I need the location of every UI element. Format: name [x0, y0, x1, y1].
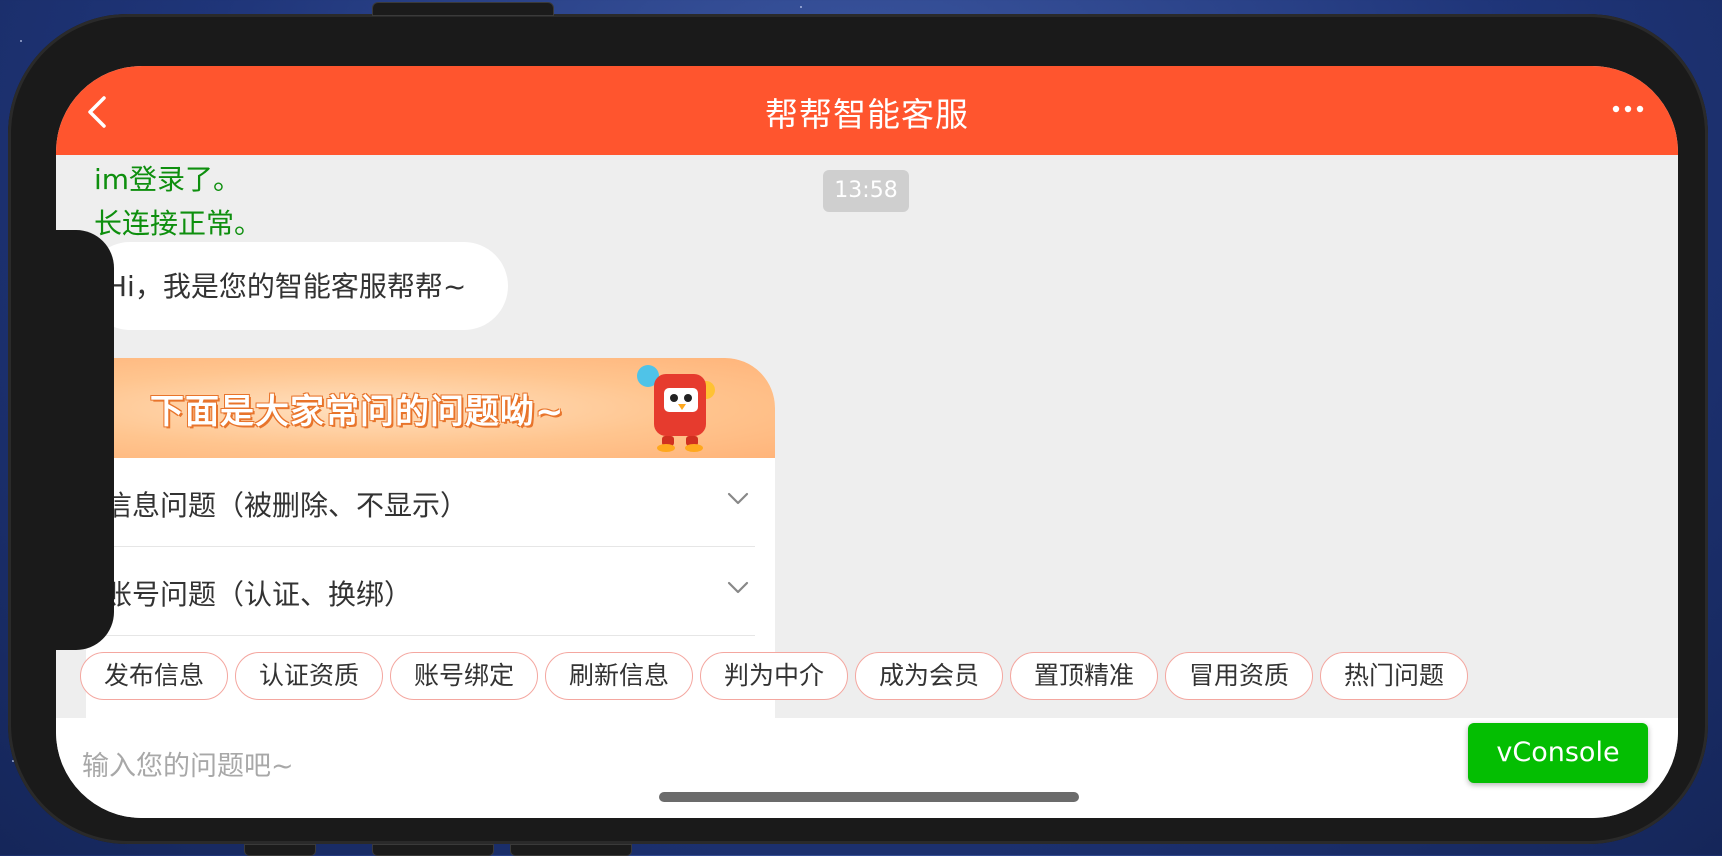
faq-item-label: 信息问题（被删除、不显示） — [104, 489, 469, 522]
faq-banner-title: 下面是大家常问的问题呦~ — [150, 392, 565, 432]
quick-tag[interactable]: 冒用资质 — [1165, 652, 1313, 700]
greeting-bubble: Hi，我是您的智能客服帮帮~ — [86, 242, 508, 330]
quick-tag[interactable]: 判为中介 — [700, 652, 848, 700]
faq-item[interactable]: 账号问题（认证、换绑） — [86, 547, 755, 636]
page-title: 帮帮智能客服 — [765, 95, 969, 134]
chevron-down-icon — [727, 581, 749, 594]
timestamp-badge: 13:58 — [823, 170, 909, 212]
faq-banner: 下面是大家常问的问题呦~ — [86, 358, 775, 458]
star — [800, 6, 802, 8]
star — [20, 40, 22, 42]
home-indicator — [659, 792, 1079, 802]
input-bar — [56, 718, 1678, 818]
quick-tag[interactable]: 热门问题 — [1320, 652, 1468, 700]
screen: 帮帮智能客服 13:58 im登录了。 长连接正常。 Hi，我是您的智能客服帮帮… — [56, 66, 1678, 818]
faq-item[interactable]: 信息问题（被删除、不显示） — [86, 458, 755, 547]
volume-button — [244, 844, 316, 856]
phone-frame: 帮帮智能客服 13:58 im登录了。 长连接正常。 Hi，我是您的智能客服帮帮… — [8, 2, 1708, 856]
quick-tag[interactable]: 认证资质 — [235, 652, 383, 700]
more-dots-icon[interactable] — [1608, 94, 1648, 124]
power-button — [372, 2, 554, 16]
volume-button — [510, 844, 632, 856]
chevron-down-icon — [727, 492, 749, 505]
nav-bar: 帮帮智能客服 — [56, 66, 1678, 155]
quick-tag[interactable]: 刷新信息 — [545, 652, 693, 700]
message-input[interactable] — [80, 738, 1284, 794]
volume-button — [372, 844, 494, 856]
quick-tag[interactable]: 成为会员 — [855, 652, 1003, 700]
log-line: im登录了。 — [94, 163, 242, 196]
camera-notch — [38, 230, 114, 650]
quick-tag[interactable]: 发布信息 — [80, 652, 228, 700]
greeting-text: Hi，我是您的智能客服帮帮~ — [106, 270, 467, 303]
vconsole-button[interactable]: vConsole — [1468, 723, 1648, 783]
faq-item-label: 账号问题（认证、换绑） — [104, 578, 413, 611]
quick-tag-bar: 发布信息 认证资质 账号绑定 刷新信息 判为中介 成为会员 置顶精准 冒用资质 … — [56, 652, 1678, 706]
log-line: 长连接正常。 — [94, 207, 263, 240]
quick-tag[interactable]: 置顶精准 — [1010, 652, 1158, 700]
mascot-icon — [637, 365, 715, 452]
quick-tag[interactable]: 账号绑定 — [390, 652, 538, 700]
